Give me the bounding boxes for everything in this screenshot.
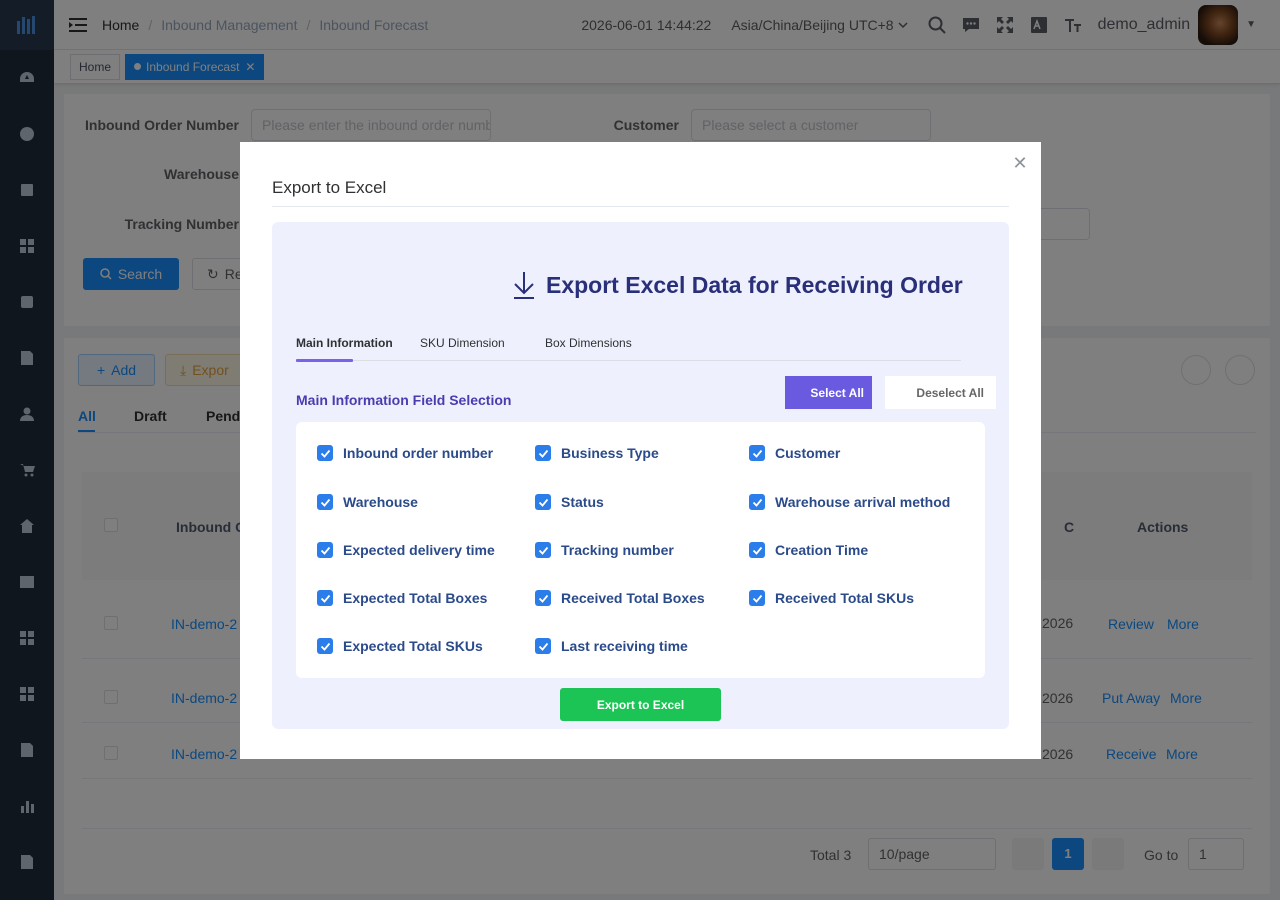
checkbox-checked-icon[interactable]	[317, 542, 333, 558]
close-icon[interactable]: ✕	[1011, 154, 1029, 172]
field-option[interactable]: Status	[535, 494, 604, 510]
checkbox-checked-icon[interactable]	[749, 542, 765, 558]
field-option[interactable]: Received Total SKUs	[749, 590, 914, 606]
checkbox-checked-icon[interactable]	[749, 590, 765, 606]
field-label: Warehouse	[343, 494, 418, 510]
checkbox-checked-icon[interactable]	[535, 542, 551, 558]
field-option[interactable]: Last receiving time	[535, 638, 688, 654]
checkbox-checked-icon[interactable]	[749, 445, 765, 461]
field-option[interactable]: Warehouse	[317, 494, 418, 510]
tab-main-information[interactable]: Main Information	[296, 336, 393, 350]
field-option[interactable]: Business Type	[535, 445, 659, 461]
modal-divider	[272, 206, 1009, 207]
field-option[interactable]: Creation Time	[749, 542, 868, 558]
section-title: Main Information Field Selection	[296, 392, 512, 408]
field-label: Tracking number	[561, 542, 674, 558]
field-label: Business Type	[561, 445, 659, 461]
tab-active-indicator	[296, 359, 353, 362]
export-title: Export Excel Data for Receiving Order	[546, 271, 963, 298]
download-icon	[514, 272, 534, 299]
export-tabs: Main Information SKU Dimension Box Dimen…	[296, 336, 961, 362]
export-box: Export Excel Data for Receiving Order Ma…	[272, 222, 1009, 729]
checkbox-checked-icon[interactable]	[317, 445, 333, 461]
checkbox-checked-icon[interactable]	[317, 494, 333, 510]
field-label: Received Total Boxes	[561, 590, 705, 606]
select-all-button[interactable]: Select All	[785, 376, 872, 409]
tab-sku-dimension[interactable]: SKU Dimension	[420, 336, 505, 350]
field-option[interactable]: Expected delivery time	[317, 542, 495, 558]
checkbox-checked-icon[interactable]	[317, 590, 333, 606]
checkbox-checked-icon[interactable]	[749, 494, 765, 510]
field-label: Status	[561, 494, 604, 510]
field-label: Expected Total Boxes	[343, 590, 488, 606]
field-option[interactable]: Customer	[749, 445, 840, 461]
field-label: Expected Total SKUs	[343, 638, 483, 654]
export-modal: Export to Excel ✕ Export Excel Data for …	[240, 142, 1041, 759]
field-option[interactable]: Inbound order number	[317, 445, 493, 461]
field-option[interactable]: Tracking number	[535, 542, 674, 558]
checkbox-checked-icon[interactable]	[535, 590, 551, 606]
field-label: Last receiving time	[561, 638, 688, 654]
export-to-excel-button[interactable]: Export to Excel	[560, 688, 721, 721]
field-option[interactable]: Received Total Boxes	[535, 590, 705, 606]
checkbox-checked-icon[interactable]	[535, 638, 551, 654]
checkbox-checked-icon[interactable]	[535, 445, 551, 461]
field-label: Expected delivery time	[343, 542, 495, 558]
checkbox-checked-icon[interactable]	[317, 638, 333, 654]
field-label: Received Total SKUs	[775, 590, 915, 606]
field-label: Customer	[775, 445, 841, 461]
fields-card: Inbound order number Business Type Custome…	[296, 422, 985, 678]
field-label: Creation Time	[775, 542, 869, 558]
field-option[interactable]: Expected Total SKUs	[317, 638, 483, 654]
field-option[interactable]: Warehouse arrival method	[749, 494, 950, 510]
modal-title: Export to Excel	[272, 178, 387, 197]
deselect-all-button[interactable]: Deselect All	[885, 376, 996, 409]
field-label: Inbound order number	[343, 445, 494, 461]
checkbox-checked-icon[interactable]	[535, 494, 551, 510]
tab-box-dimensions[interactable]: Box Dimensions	[545, 336, 632, 350]
field-option[interactable]: Expected Total Boxes	[317, 590, 487, 606]
field-label: Warehouse arrival method	[775, 494, 951, 510]
export-heading: Export Excel Data for Receiving Order	[512, 270, 963, 300]
